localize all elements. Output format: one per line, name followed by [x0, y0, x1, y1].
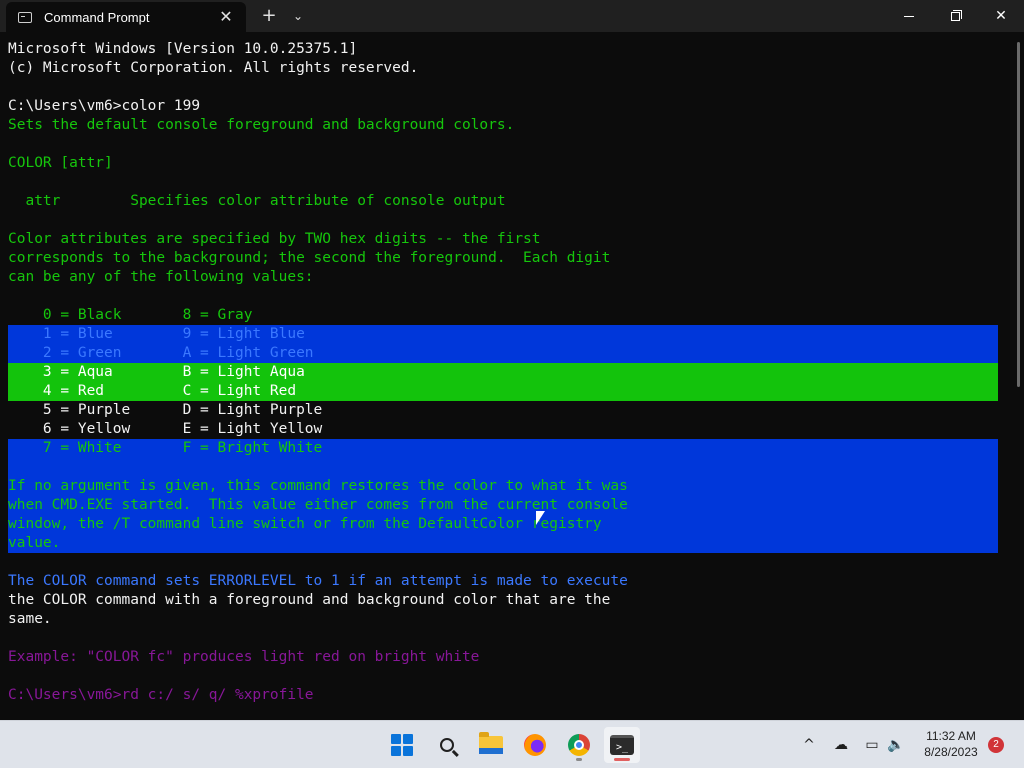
chrome-button[interactable]: [561, 727, 597, 763]
firefox-button[interactable]: [517, 727, 553, 763]
terminal-line: 7 = White F = Bright White: [8, 439, 998, 458]
minimize-button[interactable]: [886, 0, 932, 32]
notification-badge[interactable]: 2: [988, 737, 1004, 753]
restore-icon: [950, 9, 962, 21]
terminal-line: C:\Users\vm6>color 199: [8, 98, 201, 114]
taskbar: >_ ^ ☁ ▭ 🔈 11:32 AM 8/28/2023 2: [0, 720, 1024, 768]
volume-icon[interactable]: 🔈: [886, 735, 906, 755]
terminal-line: 5 = Purple D = Light Purple: [8, 402, 323, 418]
terminal-line: Sets the default console foreground and …: [8, 117, 515, 133]
terminal-line: 2 = Green A = Light Green: [8, 344, 998, 363]
tray-overflow-chevron-icon[interactable]: ^: [800, 735, 818, 755]
terminal-line: 3 = Aqua B = Light Aqua: [8, 363, 998, 382]
terminal-line: The COLOR command sets ERRORLEVEL to 1 i…: [8, 573, 628, 589]
terminal-line: the COLOR command with a foreground and …: [8, 592, 611, 608]
terminal-output[interactable]: Microsoft Windows [Version 10.0.25375.1]…: [0, 32, 1024, 720]
onedrive-icon[interactable]: ☁: [831, 735, 851, 755]
tab-close-button[interactable]: ✕: [216, 7, 236, 27]
terminal-line: Example: "COLOR fc" produces light red o…: [8, 649, 480, 665]
clock[interactable]: 11:32 AM 8/28/2023: [914, 728, 988, 760]
title-bar: Command Prompt ✕ + ⌄ ✕: [0, 0, 1024, 32]
terminal-line: If no argument is given, this command re…: [8, 477, 998, 496]
terminal-line: Color attributes are specified by TWO he…: [8, 231, 541, 247]
chrome-icon: [568, 734, 590, 756]
terminal-line: window, the /T command line switch or fr…: [8, 515, 998, 534]
search-icon: [440, 738, 454, 752]
minimize-icon: [904, 15, 914, 17]
terminal-line: Microsoft Windows [Version 10.0.25375.1]: [8, 41, 358, 57]
terminal-icon: >_: [610, 735, 634, 755]
terminal-line: (c) Microsoft Corporation. All rights re…: [8, 60, 419, 76]
maximize-button[interactable]: [932, 0, 978, 32]
terminal-lines: Microsoft Windows [Version 10.0.25375.1]…: [8, 40, 998, 705]
firefox-icon: [524, 734, 546, 756]
tab-dropdown-button[interactable]: ⌄: [286, 4, 310, 28]
terminal-line: [8, 458, 998, 477]
terminal-line: attr Specifies color attribute of consol…: [8, 193, 506, 209]
clock-date: 8/28/2023: [924, 745, 978, 759]
network-icon[interactable]: ▭: [862, 735, 882, 755]
terminal-line: 1 = Blue 9 = Light Blue: [8, 325, 998, 344]
terminal-line: 0 = Black 8 = Gray: [8, 307, 253, 323]
clock-time: 11:32 AM: [926, 729, 976, 743]
tab-title: Command Prompt: [44, 9, 150, 25]
terminal-line: same.: [8, 611, 52, 627]
terminal-line: can be any of the following values:: [8, 269, 314, 285]
active-indicator: [614, 758, 630, 761]
terminal-line: COLOR [attr]: [8, 155, 113, 171]
folder-icon: [479, 732, 503, 754]
terminal-line: when CMD.EXE started. This value either …: [8, 496, 998, 515]
terminal-button[interactable]: >_: [604, 727, 640, 763]
terminal-line: C:\Users\vm6>rd c:/ s/ q/ %xprofile: [8, 687, 314, 703]
terminal-line: corresponds to the background; the secon…: [8, 250, 611, 266]
windows-start-icon: [391, 734, 413, 756]
start-button[interactable]: [384, 727, 420, 763]
file-explorer-button[interactable]: [473, 727, 509, 763]
new-tab-button[interactable]: +: [257, 4, 281, 28]
terminal-line: 4 = Red C = Light Red: [8, 382, 998, 401]
close-button[interactable]: ✕: [978, 0, 1024, 32]
cmd-icon: [18, 11, 32, 23]
terminal-line: 6 = Yellow E = Light Yellow: [8, 421, 323, 437]
search-button[interactable]: [429, 727, 465, 763]
tab-command-prompt[interactable]: Command Prompt ✕: [6, 2, 246, 32]
running-indicator: [576, 758, 582, 761]
scrollbar[interactable]: [1017, 42, 1020, 387]
terminal-line: value.: [8, 534, 998, 553]
